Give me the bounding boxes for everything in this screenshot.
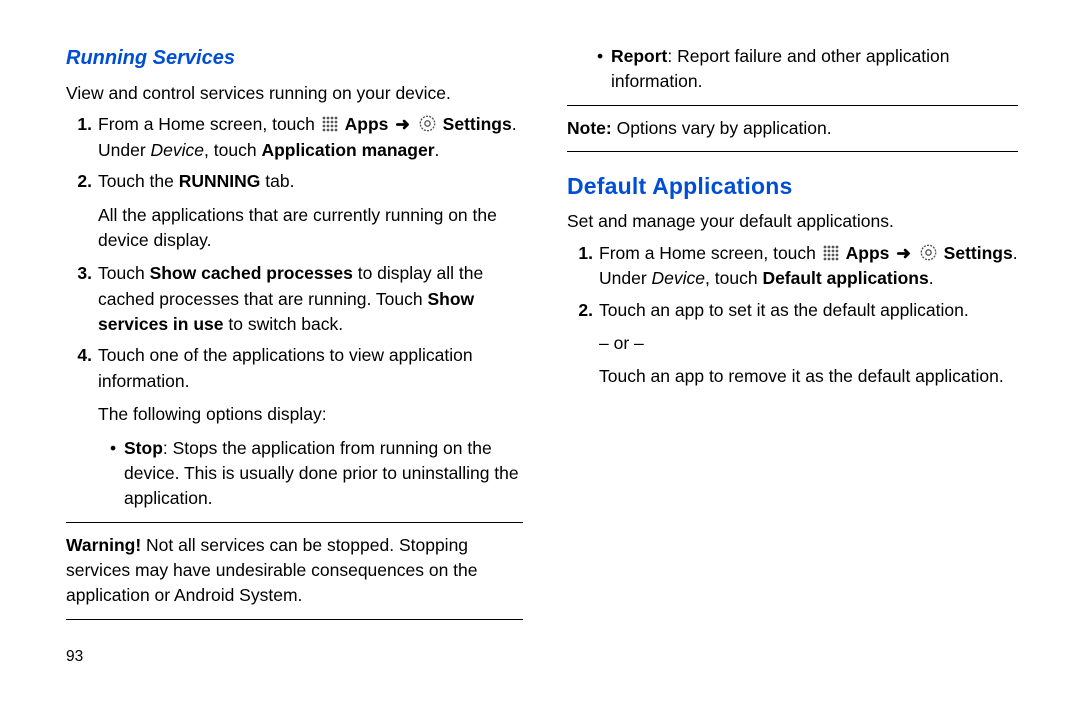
warning-label: Warning! — [66, 535, 141, 555]
app-manager: Application manager — [261, 140, 434, 160]
report-label: Report — [611, 46, 667, 66]
t: to switch back. — [224, 314, 344, 334]
under-end: . — [435, 140, 440, 160]
text: From a Home screen, touch — [599, 243, 821, 263]
settings-icon — [920, 244, 937, 261]
defapps-step-1: 1 From a Home screen, touch Apps ➜ Setti… — [567, 241, 1018, 292]
step-number: 2 — [567, 298, 599, 323]
under-prefix: Under — [599, 268, 652, 288]
running-step-1: 1 From a Home screen, touch Apps ➜ Setti… — [66, 112, 523, 163]
note-block: Note: Options vary by application. — [567, 116, 1018, 141]
bullet-stop: Stop: Stops the application from running… — [110, 436, 523, 512]
apps-label: Apps — [345, 114, 389, 134]
running-steps: 1 From a Home screen, touch Apps ➜ Setti… — [66, 112, 523, 511]
step-text: Touch an app to set it as the default ap… — [599, 298, 1018, 323]
step-text: From a Home screen, touch Apps ➜ Setting… — [599, 241, 1018, 292]
t: tab. — [260, 171, 294, 191]
left-column: Running Services View and control servic… — [42, 40, 541, 700]
running-step-2: 2 Touch the RUNNING tab. — [66, 169, 523, 194]
bullet-icon — [110, 436, 124, 512]
settings-label: Settings — [944, 243, 1013, 263]
running-intro: View and control services running on you… — [66, 81, 523, 106]
under-mid: , touch — [204, 140, 261, 160]
under-prefix: Under — [98, 140, 151, 160]
default-apps-intro: Set and manage your default applications… — [567, 209, 1018, 234]
step-text: Touch Show cached processes to display a… — [98, 261, 523, 337]
bullet-icon — [597, 44, 611, 95]
under-mid: , touch — [705, 268, 762, 288]
or-text: – or – — [599, 331, 1018, 356]
step-text: Touch the RUNNING tab. — [98, 169, 523, 194]
running-services-heading: Running Services — [66, 44, 523, 73]
right-column: Report: Report failure and other applica… — [541, 40, 1040, 700]
default-apps-steps: 1 From a Home screen, touch Apps ➜ Setti… — [567, 241, 1018, 390]
period: . — [512, 114, 517, 134]
running-tab: RUNNING — [179, 171, 261, 191]
step-number: 2 — [66, 169, 98, 194]
apps-label: Apps — [846, 243, 890, 263]
note-text: Options vary by application. — [612, 118, 832, 138]
step-text: Touch one of the applications to view ap… — [98, 343, 523, 394]
step-number: 1 — [66, 112, 98, 163]
divider — [567, 105, 1018, 106]
text: From a Home screen, touch — [98, 114, 320, 134]
running-step-3: 3 Touch Show cached processes to display… — [66, 261, 523, 337]
defapps-step-2: 2 Touch an app to set it as the default … — [567, 298, 1018, 323]
default-apps-heading: Default Applications — [567, 170, 1018, 203]
warning-block: Warning! Not all services can be stopped… — [66, 533, 523, 609]
divider — [66, 522, 523, 523]
manual-page: Running Services View and control servic… — [0, 0, 1080, 720]
running-step-4: 4 Touch one of the applications to view … — [66, 343, 523, 394]
stop-text: : Stops the application from running on … — [124, 438, 519, 509]
bullet-report: Report: Report failure and other applica… — [597, 44, 1018, 95]
apps-icon — [823, 245, 839, 261]
arrow-icon: ➜ — [894, 243, 913, 263]
arrow-icon: ➜ — [393, 114, 412, 134]
step-number: 3 — [66, 261, 98, 337]
note-label: Note: — [567, 118, 612, 138]
show-cached: Show cached processes — [150, 263, 353, 283]
step-text: From a Home screen, touch Apps ➜ Setting… — [98, 112, 523, 163]
divider — [66, 619, 523, 620]
device-word: Device — [652, 268, 706, 288]
running-step-2-sub: All the applications that are currently … — [98, 203, 523, 254]
t: Touch the — [98, 171, 179, 191]
settings-icon — [419, 115, 436, 132]
page-number: 93 — [66, 646, 523, 668]
t: Touch — [98, 263, 150, 283]
divider — [567, 151, 1018, 152]
under-end: . — [929, 268, 934, 288]
settings-label: Settings — [443, 114, 512, 134]
step-number: 4 — [66, 343, 98, 394]
step2-alt: Touch an app to remove it as the default… — [599, 364, 1018, 389]
apps-icon — [322, 116, 338, 132]
stop-label: Stop — [124, 438, 163, 458]
step-number: 1 — [567, 241, 599, 292]
period: . — [1013, 243, 1018, 263]
device-word: Device — [151, 140, 205, 160]
bullet-text: Stop: Stops the application from running… — [124, 436, 523, 512]
bullet-text: Report: Report failure and other applica… — [611, 44, 1018, 95]
running-step-4-sub: The following options display: — [98, 402, 523, 427]
default-apps: Default applications — [762, 268, 928, 288]
